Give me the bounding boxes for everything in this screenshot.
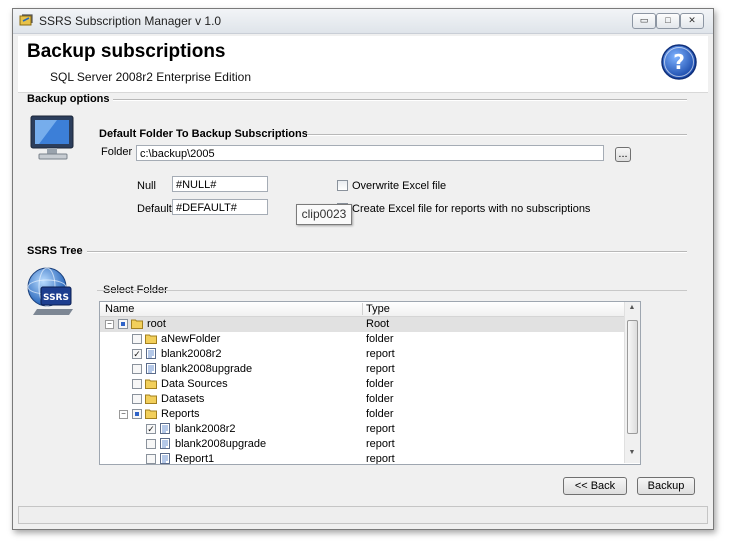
- default-input[interactable]: #DEFAULT#: [172, 199, 268, 215]
- tree-item-label: Datasets: [161, 393, 205, 405]
- collapse-toggle-icon[interactable]: −: [119, 410, 128, 419]
- title-bar[interactable]: SSRS Subscription Manager v 1.0 ▭ □ ✕: [13, 9, 713, 34]
- back-button[interactable]: << Back: [563, 477, 627, 495]
- report-icon: [160, 423, 170, 434]
- tree-item-type: report: [366, 363, 395, 375]
- column-divider[interactable]: [362, 303, 363, 315]
- partial-check-mark: [121, 322, 125, 326]
- tooltip: clip0023: [296, 204, 352, 225]
- tree-item-type: Root: [366, 318, 390, 330]
- window-title: SSRS Subscription Manager v 1.0: [39, 14, 222, 28]
- tree-checkbox[interactable]: ✓: [132, 349, 142, 359]
- folder-icon: [145, 334, 157, 344]
- tree-row[interactable]: Datasets folder: [100, 392, 624, 407]
- tree-row[interactable]: Data Sources folder: [100, 377, 624, 392]
- group-divider: [307, 134, 687, 136]
- tree-item-label: root: [147, 318, 166, 330]
- tree-item-type: report: [366, 423, 395, 435]
- folder-icon: [131, 319, 143, 329]
- tree-checkbox[interactable]: ✓: [146, 424, 156, 434]
- app-window: SSRS Subscription Manager v 1.0 ▭ □ ✕ Ba…: [12, 8, 714, 530]
- tree-checkbox[interactable]: [146, 454, 156, 464]
- tree-checkbox[interactable]: [146, 439, 156, 449]
- ssrs-tree-view[interactable]: Name Type − root Root aNewFolder folder ✓ blan…: [99, 301, 641, 465]
- overwrite-excel-checkbox[interactable]: [337, 180, 348, 191]
- tree-checkbox[interactable]: [118, 319, 128, 329]
- report-icon: [146, 363, 156, 374]
- null-label: Null: [137, 180, 156, 192]
- tree-vertical-scrollbar[interactable]: ▲ ▼: [624, 302, 640, 463]
- tree-checkbox[interactable]: [132, 409, 142, 419]
- report-icon: [146, 348, 156, 359]
- ssrs-globe-icon: SSRS: [27, 267, 73, 315]
- svg-text:SSRS: SSRS: [43, 293, 69, 303]
- tree-item-type: report: [366, 348, 395, 360]
- tree-row[interactable]: blank2008upgrade report: [100, 362, 624, 377]
- monitor-icon: [30, 115, 74, 160]
- tree-header: Name Type: [100, 302, 624, 317]
- overwrite-excel-label: Overwrite Excel file: [352, 180, 447, 192]
- tree-row[interactable]: aNewFolder folder: [100, 332, 624, 347]
- report-icon: [160, 453, 170, 464]
- tree-checkbox[interactable]: [132, 394, 142, 404]
- backup-button[interactable]: Backup: [637, 477, 695, 495]
- folder-icon: [145, 409, 157, 419]
- tree-row[interactable]: Report1 report: [100, 452, 624, 465]
- group-border: [97, 290, 687, 291]
- null-input[interactable]: #NULL#: [172, 176, 268, 192]
- page-subtitle: SQL Server 2008r2 Enterprise Edition: [50, 70, 251, 84]
- backup-options-heading: Backup options: [27, 93, 110, 105]
- app-icon: [19, 14, 33, 26]
- create-excel-label: Create Excel file for reports with no su…: [352, 203, 591, 215]
- tree-row[interactable]: − Reports folder: [100, 407, 624, 422]
- collapse-toggle-icon[interactable]: −: [105, 320, 114, 329]
- status-bar: [18, 506, 708, 524]
- tree-row[interactable]: − root Root: [100, 317, 624, 332]
- tree-item-label: Reports: [161, 408, 200, 420]
- tree-item-type: report: [366, 438, 395, 450]
- tree-row[interactable]: ✓ blank2008r2 report: [100, 347, 624, 362]
- tree-item-type: folder: [366, 378, 394, 390]
- minimize-button[interactable]: ▭: [632, 13, 656, 29]
- section-divider: [113, 99, 687, 101]
- tree-item-label: Report1: [175, 453, 215, 465]
- help-icon[interactable]: ?: [660, 43, 698, 81]
- folder-input[interactable]: c:\backup\2005: [136, 145, 604, 161]
- scroll-down-arrow-icon[interactable]: ▼: [627, 449, 637, 459]
- tree-row[interactable]: blank2008upgrade report: [100, 437, 624, 452]
- tree-item-label: Data Sources: [161, 378, 228, 390]
- tree-row[interactable]: ✓ blank2008r2 report: [100, 422, 624, 437]
- default-folder-heading: Default Folder To Backup Subscriptions: [99, 128, 308, 140]
- tree-item-type: folder: [366, 393, 394, 405]
- default-label: Default: [137, 203, 172, 215]
- tree-item-label: blank2008upgrade: [161, 363, 253, 375]
- tree-item-type: folder: [366, 333, 394, 345]
- section-divider: [87, 251, 687, 253]
- tree-checkbox[interactable]: [132, 379, 142, 389]
- page-title: Backup subscriptions: [27, 41, 226, 62]
- partial-check-mark: [135, 412, 139, 416]
- report-icon: [160, 438, 170, 449]
- ssrs-tree-heading: SSRS Tree: [27, 245, 83, 257]
- browse-folder-button[interactable]: ...: [615, 147, 631, 162]
- tree-item-label: blank2008upgrade: [175, 438, 267, 450]
- tree-item-label: aNewFolder: [161, 333, 221, 345]
- folder-label: Folder: [101, 146, 133, 158]
- scroll-up-arrow-icon[interactable]: ▲: [627, 304, 637, 314]
- column-header-name[interactable]: Name: [105, 303, 134, 315]
- column-header-type[interactable]: Type: [366, 303, 390, 315]
- tree-item-type: folder: [366, 408, 394, 420]
- page-header: Backup subscriptions SQL Server 2008r2 E…: [18, 36, 708, 93]
- tree-item-label: blank2008r2: [175, 423, 236, 435]
- close-button[interactable]: ✕: [680, 13, 704, 29]
- tree-checkbox[interactable]: [132, 334, 142, 344]
- folder-icon: [145, 379, 157, 389]
- scroll-thumb[interactable]: [627, 320, 638, 434]
- tree-item-type: report: [366, 453, 395, 465]
- maximize-button[interactable]: □: [656, 13, 680, 29]
- svg-text:?: ?: [673, 50, 685, 74]
- tree-item-label: blank2008r2: [161, 348, 222, 360]
- folder-icon: [145, 394, 157, 404]
- tree-checkbox[interactable]: [132, 364, 142, 374]
